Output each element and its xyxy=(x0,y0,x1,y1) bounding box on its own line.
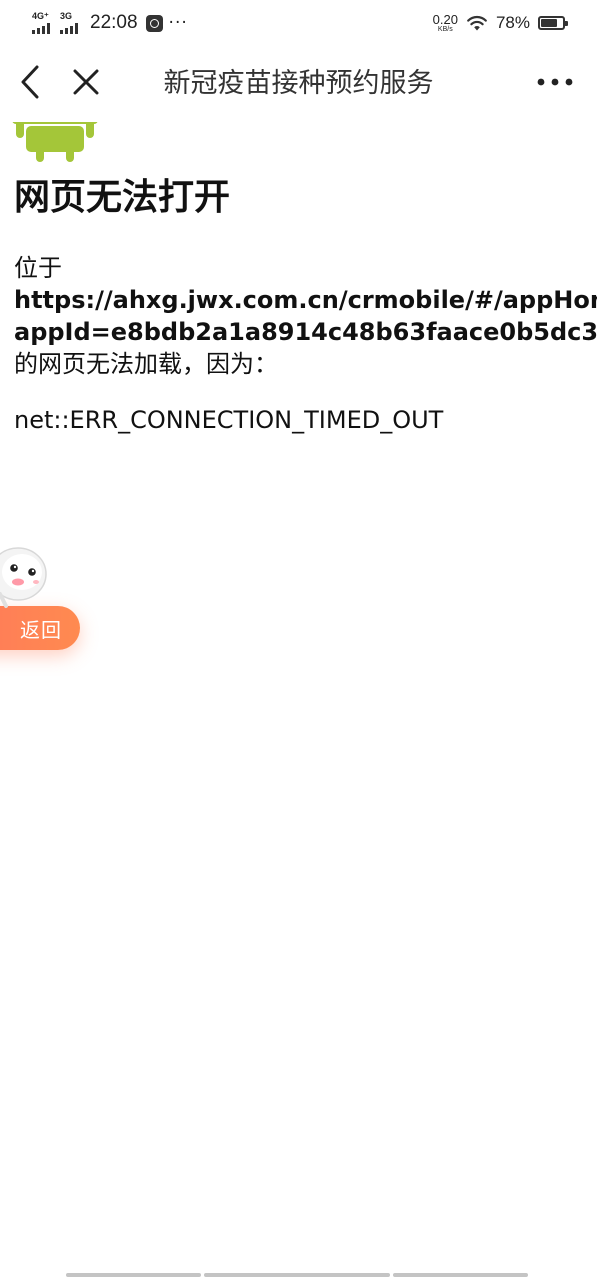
signal-bars-icon xyxy=(32,23,50,34)
close-button[interactable] xyxy=(66,62,106,102)
mascot-icon xyxy=(0,547,47,608)
network-label-3g: 3G xyxy=(60,11,73,21)
status-time: 22:08 xyxy=(90,12,138,33)
network-speed-unit: KB/s xyxy=(437,25,453,33)
close-icon xyxy=(73,69,99,95)
nav-header: 新冠疫苗接种预约服务 xyxy=(0,46,597,122)
network-indicator-4g: 4G⁺ xyxy=(32,12,54,34)
back-button[interactable] xyxy=(10,62,50,102)
battery-icon xyxy=(538,16,568,30)
status-right: 0.20 KB/s 78% xyxy=(433,10,568,36)
page-title: 新冠疫苗接种预约服务 xyxy=(163,68,434,99)
status-left: 4G⁺ 3G 22:08 ··· xyxy=(32,10,188,36)
error-title: 网页无法打开 xyxy=(14,177,231,218)
error-prefix: 位于 xyxy=(14,254,62,282)
network-label-4g: 4G⁺ xyxy=(32,11,49,21)
signal-bars-icon xyxy=(60,23,78,34)
gesture-navigation-bar[interactable] xyxy=(66,1273,532,1277)
network-indicator-3g: 3G xyxy=(60,12,82,34)
webview-content: 网页无法打开 位于 https://ahxg.jwx.com.cn/crmobi… xyxy=(0,122,597,1262)
more-button[interactable] xyxy=(525,62,585,102)
android-icon xyxy=(12,122,98,162)
wifi-icon xyxy=(467,15,487,31)
error-description: 位于 https://ahxg.jwx.com.cn/crmobile/#/ap… xyxy=(14,252,597,380)
network-speed-value: 0.20 xyxy=(432,11,458,27)
chevron-left-icon xyxy=(21,65,39,99)
more-horizontal-icon xyxy=(537,78,573,86)
battery-level-fill xyxy=(541,19,557,27)
status-bar: 4G⁺ 3G 22:08 ··· 0.20 KB/s 78% xyxy=(0,0,597,46)
error-suffix: 的网页无法加载，因为： xyxy=(14,350,278,378)
error-url-line-2: appId=e8bdb2a1a8914c48b63faace0b5dc34bd xyxy=(14,318,597,346)
more-notifications-icon: ··· xyxy=(168,12,188,33)
app-notification-icon xyxy=(145,14,163,32)
error-code: net::ERR_CONNECTION_TIMED_OUT xyxy=(14,406,444,434)
webview-page: 4G⁺ 3G 22:08 ··· 0.20 KB/s 78% 新冠疫苗接种预约服… xyxy=(0,0,597,1280)
battery-percent: 78% xyxy=(495,13,530,32)
network-speed: 0.20 KB/s xyxy=(433,13,458,34)
error-url-line-1: https://ahxg.jwx.com.cn/crmobile/#/appHo… xyxy=(14,286,597,314)
floating-back-label: 返回 xyxy=(20,617,62,642)
